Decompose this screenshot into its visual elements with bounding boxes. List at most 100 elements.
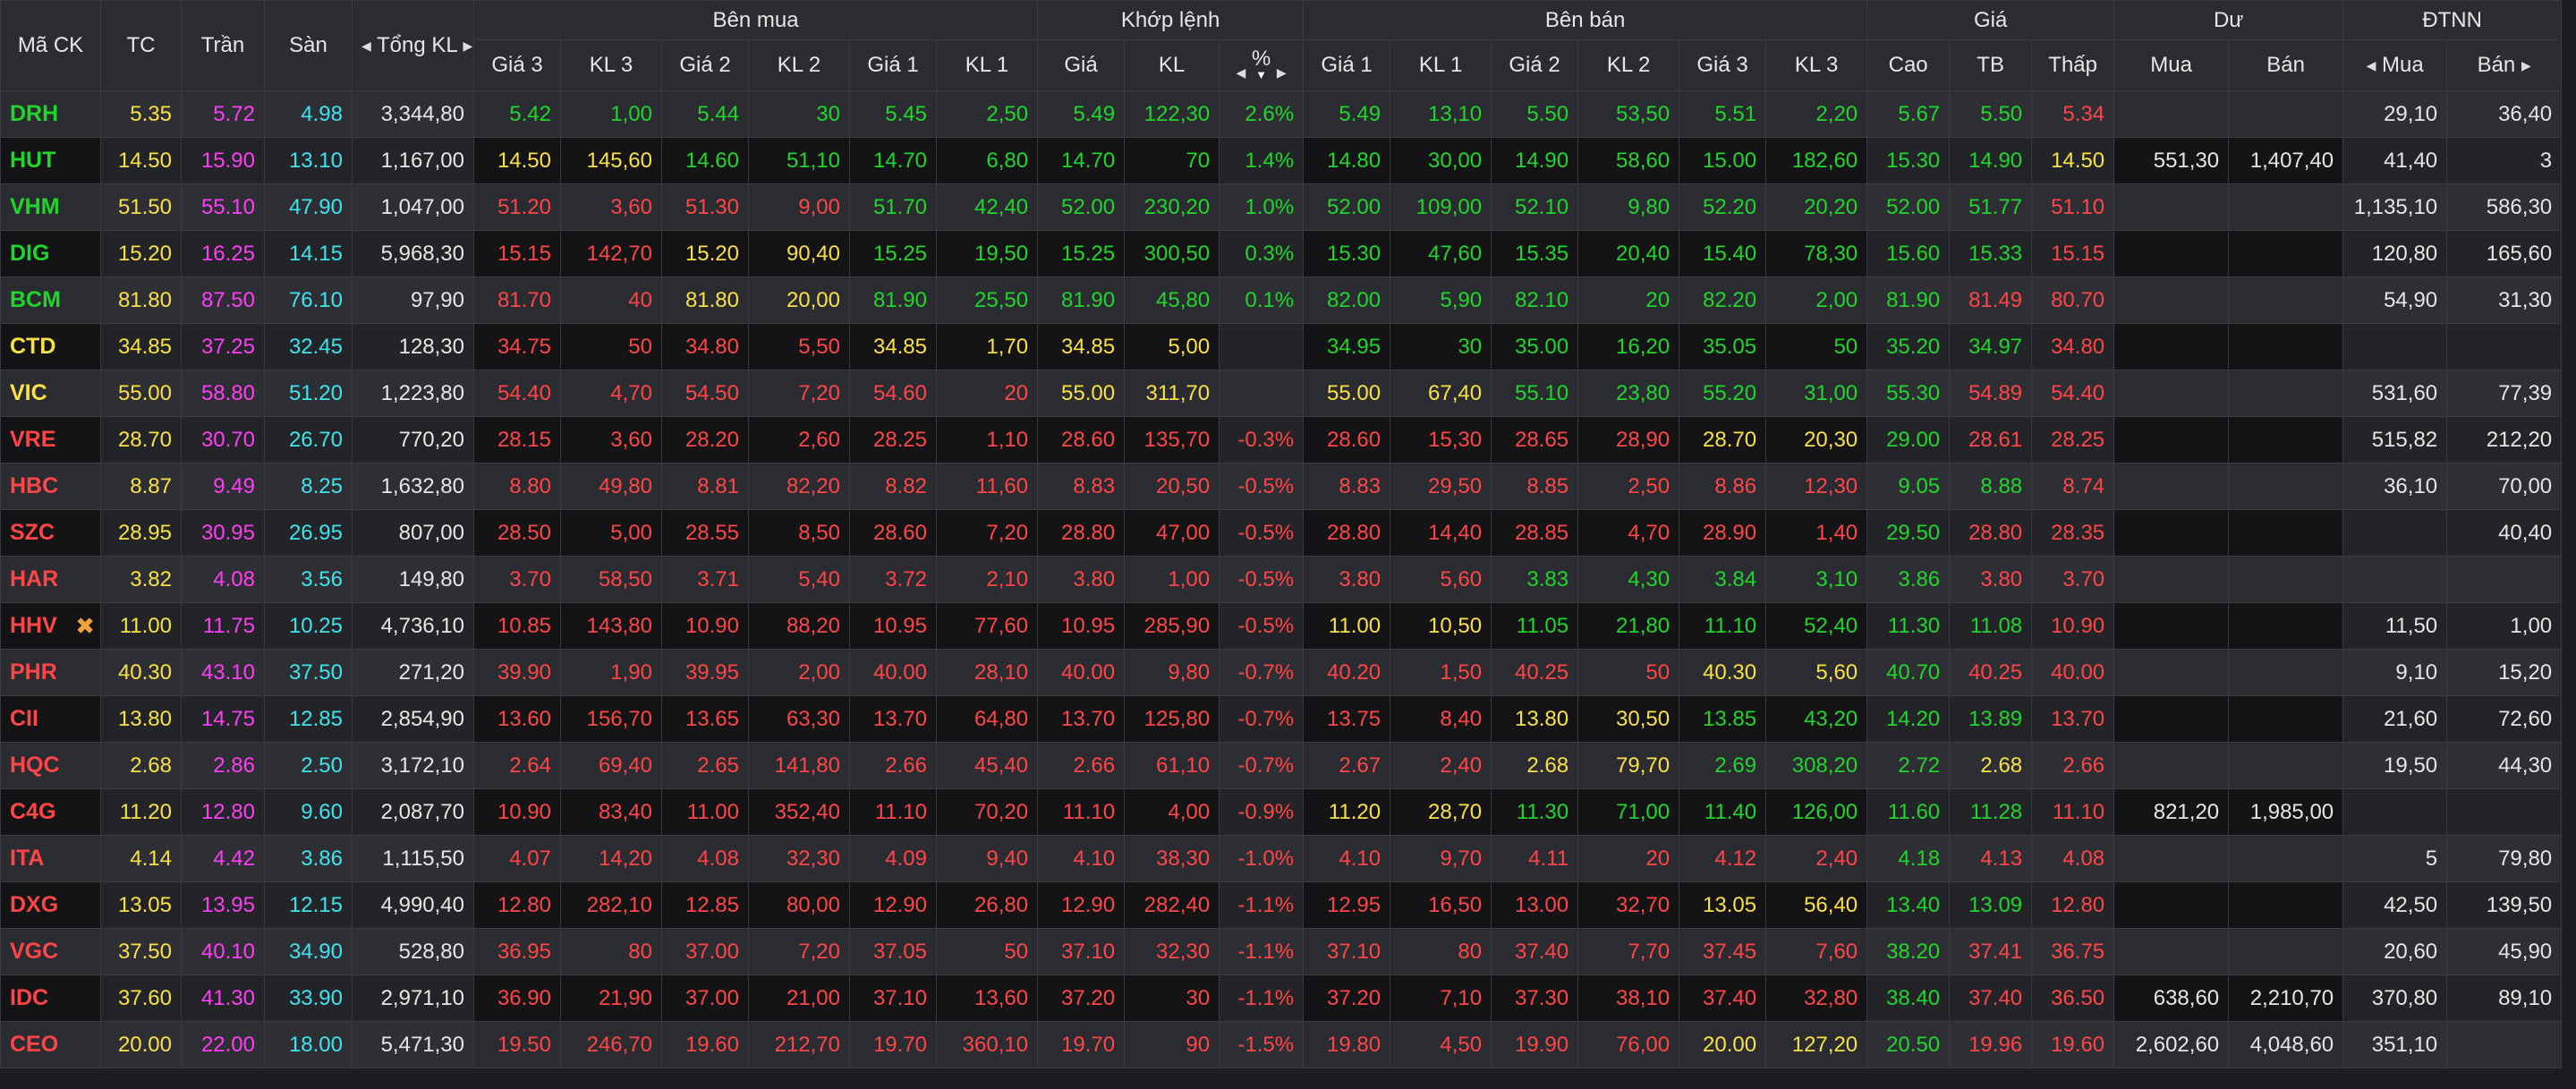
stock-symbol[interactable]: BCM (0, 277, 101, 324)
stock-symbol[interactable]: VIC (0, 370, 101, 417)
sell-volume-1: 5,90 (1390, 277, 1492, 324)
col-foreign-buy-header[interactable]: ◀ Mua (2342, 39, 2448, 91)
col-buy-6-header[interactable]: KL 1 (935, 39, 1039, 91)
stock-symbol[interactable]: ITA (0, 835, 101, 882)
table-row[interactable]: PHR 40.30 43.10 37.50 271,20 39.90 1,90 39.95 2,… (0, 649, 2563, 696)
stock-symbol[interactable]: DIG (0, 230, 101, 277)
col-buy-3-header[interactable]: Giá 2 (661, 39, 749, 91)
stock-symbol[interactable]: IDC (0, 974, 101, 1022)
stock-symbol[interactable]: C4G (0, 788, 101, 836)
stock-symbol[interactable]: SZC (0, 509, 101, 557)
average-price: 14.90 (1949, 137, 2033, 184)
table-row[interactable]: HHV ✖ 11.00 11.75 10.25 4,736,10 10.85 143,80 10… (0, 602, 2563, 650)
arrow-left-icon[interactable]: ◀ (361, 38, 371, 53)
stock-symbol[interactable]: DXG (0, 881, 101, 929)
sell-volume-3: 32,80 (1765, 974, 1868, 1022)
table-row[interactable]: VIC 55.00 58.80 51.20 1,223,80 54.40 4,70 54.50… (0, 370, 2563, 417)
table-row[interactable]: HUT 14.50 15.90 13.10 1,167,00 14.50 145,60 14.… (0, 137, 2563, 184)
buy-volume-1: 64,80 (935, 695, 1039, 743)
match-volume: 230,20 (1124, 183, 1220, 231)
arrow-right-icon[interactable]: ▶ (2521, 58, 2531, 72)
stock-symbol[interactable]: VRE (0, 416, 101, 464)
col-buy-5-header[interactable]: Giá 1 (849, 39, 937, 91)
col-price-2-header[interactable]: TB (1949, 39, 2033, 91)
sell-volume-2: 20,40 (1577, 230, 1680, 277)
arrow-left-icon[interactable]: ◀ (2367, 58, 2376, 72)
stock-symbol[interactable]: VHM (0, 183, 101, 231)
stock-symbol[interactable]: CEO (0, 1021, 101, 1068)
remain-buy (2113, 556, 2230, 603)
stock-symbol[interactable]: HAR (0, 556, 101, 603)
col-buy-4-header[interactable]: KL 2 (748, 39, 850, 91)
table-row[interactable]: CII 13.80 14.75 12.85 2,854,90 13.60 156,70 13.… (0, 695, 2563, 743)
buy-volume-3: 156,70 (560, 695, 662, 743)
stock-symbol[interactable]: HBC (0, 463, 101, 510)
col-remain-2-header[interactable]: Bán (2228, 39, 2344, 91)
average-price: 34.97 (1949, 323, 2033, 370)
table-row[interactable]: DRH 5.35 5.72 4.98 3,344,80 5.42 1,00 5.44 30 5.4… (0, 90, 2563, 138)
stock-symbol[interactable]: VGC (0, 928, 101, 975)
stock-symbol[interactable]: HUT (0, 137, 101, 184)
col-floor-header[interactable]: Sàn (264, 0, 353, 91)
col-symbol-header[interactable]: Mã CK (0, 0, 101, 91)
col-remain-1-header[interactable]: Mua (2113, 39, 2230, 91)
stock-symbol[interactable]: HQC (0, 742, 101, 789)
stock-symbol[interactable]: DRH (0, 90, 101, 138)
sell-volume-3: 31,00 (1765, 370, 1868, 417)
col-sell-1-header[interactable]: Giá 1 (1303, 39, 1391, 91)
table-row[interactable]: DXG 13.05 13.95 12.15 4,990,40 12.80 282,10 12.… (0, 881, 2563, 929)
sort-down-icon[interactable]: ▼ (1252, 69, 1271, 81)
stock-symbol[interactable]: CII (0, 695, 101, 743)
col-sell-4-header[interactable]: KL 2 (1577, 39, 1680, 91)
low-price: 2.66 (2031, 742, 2115, 789)
arrow-right-icon[interactable]: ▶ (1277, 65, 1287, 80)
col-sell-5-header[interactable]: Giá 3 (1679, 39, 1767, 91)
table-row[interactable]: HAR 3.82 4.08 3.56 149,80 3.70 58,50 3.71 5,40 3.… (0, 556, 2563, 603)
col-match-percent-header[interactable]: ◀ % ▼ ▶ (1219, 39, 1305, 91)
table-row[interactable]: DIG 15.20 16.25 14.15 5,968,30 15.15 142,70 15.… (0, 230, 2563, 277)
remove-icon[interactable]: ✖ (75, 612, 95, 640)
sell-volume-1: 8,40 (1390, 695, 1492, 743)
col-sell-3-header[interactable]: Giá 2 (1491, 39, 1579, 91)
stock-symbol[interactable]: PHR (0, 649, 101, 696)
col-reference-header[interactable]: TC (100, 0, 182, 91)
table-row[interactable]: ITA 4.14 4.42 3.86 1,115,50 4.07 14,20 4.08 32,3… (0, 835, 2563, 882)
col-sell-6-header[interactable]: KL 3 (1765, 39, 1868, 91)
table-row[interactable]: VGC 37.50 40.10 34.90 528,80 36.95 80 37.00 7,20… (0, 928, 2563, 975)
table-row[interactable]: HBC 8.87 9.49 8.25 1,632,80 8.80 49,80 8.81 82,2… (0, 463, 2563, 510)
buy-volume-3: 3,60 (560, 183, 662, 231)
table-row[interactable]: CEO 20.00 22.00 18.00 5,471,30 19.50 246,70 19.… (0, 1021, 2563, 1068)
col-foreign-sell-header[interactable]: Bán ▶ (2446, 39, 2563, 91)
table-row[interactable]: VRE 28.70 30.70 26.70 770,20 28.15 3,60 28.20 2,… (0, 416, 2563, 464)
table-row[interactable]: VHM 51.50 55.10 47.90 1,047,00 51.20 3,60 51.30… (0, 183, 2563, 231)
stock-symbol[interactable]: HHV ✖ (0, 602, 101, 650)
col-ceiling-header[interactable]: Trần (181, 0, 265, 91)
foreign-buy: 36,10 (2342, 463, 2448, 510)
sell-price-3: 11.40 (1679, 788, 1767, 836)
col-price-3-header[interactable]: Thấp (2031, 39, 2115, 91)
buy-volume-3: 5,00 (560, 509, 662, 557)
remain-sell: 1,407,40 (2228, 137, 2344, 184)
col-buy-1-header[interactable]: Giá 3 (473, 39, 561, 91)
col-price-1-header[interactable]: Cao (1866, 39, 1951, 91)
col-buy-2-header[interactable]: KL 3 (560, 39, 662, 91)
ceiling-price: 55.10 (181, 183, 265, 231)
remain-buy (2113, 323, 2230, 370)
stock-symbol[interactable]: CTD (0, 323, 101, 370)
table-row[interactable]: CTD 34.85 37.25 32.45 128,30 34.75 50 34.80 5,50… (0, 323, 2563, 370)
col-sell-2-header[interactable]: KL 1 (1390, 39, 1492, 91)
arrow-right-icon[interactable]: ▶ (463, 38, 473, 53)
total-volume: 770,20 (352, 416, 474, 464)
total-volume: 2,087,70 (352, 788, 474, 836)
table-row[interactable]: IDC 37.60 41.30 33.90 2,971,10 36.90 21,90 37.0… (0, 974, 2563, 1022)
buy-price-3: 28.50 (473, 509, 561, 557)
table-row[interactable]: C4G 11.20 12.80 9.60 2,087,70 10.90 83,40 11.00… (0, 788, 2563, 836)
foreign-buy-label: Mua (2382, 53, 2424, 77)
table-row[interactable]: SZC 28.95 30.95 26.95 807,00 28.50 5,00 28.55 8,… (0, 509, 2563, 557)
col-total-volume-header[interactable]: ◀ Tổng KL ▶ (352, 0, 474, 91)
col-match-volume-header[interactable]: KL (1124, 39, 1220, 91)
table-row[interactable]: HQC 2.68 2.86 2.50 3,172,10 2.64 69,40 2.65 141,… (0, 742, 2563, 789)
table-row[interactable]: BCM 81.80 87.50 76.10 97,90 81.70 40 81.80 20,00… (0, 277, 2563, 324)
arrow-left-icon[interactable]: ◀ (1236, 65, 1245, 80)
col-match-price-header[interactable]: Giá (1037, 39, 1126, 91)
